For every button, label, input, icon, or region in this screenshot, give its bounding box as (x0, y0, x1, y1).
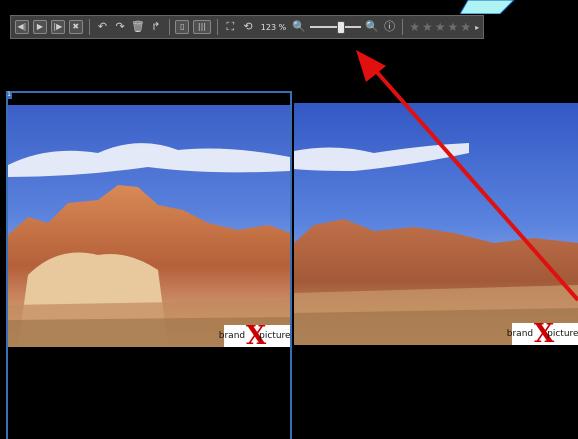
rotate-icon[interactable]: ⟲ (241, 19, 255, 35)
watermark-suffix: pictures (547, 329, 578, 339)
single-view-icon[interactable]: ▯ (175, 20, 190, 34)
grid-view-icon[interactable]: ||| (193, 20, 211, 34)
viewer-toolbar: ◀| ▶ |▶ ✖ ↶ ↷ 🗑 ↱ ▯ ||| ⛶ ⟲ 123 % 🔍 🔍 ⓘ … (10, 15, 484, 39)
info-icon[interactable]: ⓘ (383, 19, 397, 35)
toolbar-separator (88, 19, 90, 35)
pane-index-badge: 1 (6, 91, 12, 99)
watermark-prefix: brand (506, 329, 534, 339)
share-icon[interactable]: ↱ (149, 19, 163, 35)
close-icon[interactable]: ✖ (68, 20, 83, 34)
watermark-prefix: brand (218, 331, 246, 341)
rating-stars[interactable]: ★ ★ ★ ★ ★ (409, 20, 471, 34)
rating-star-icon[interactable]: ★ (409, 20, 420, 34)
landscape-photo-right: brand X pictures (294, 103, 578, 345)
watermark-logo: brand X pictures (507, 319, 578, 345)
next-frame-icon[interactable]: |▶ (50, 20, 65, 34)
rating-star-icon[interactable]: ★ (448, 20, 459, 34)
toolbar-separator (402, 19, 404, 35)
toolbar-separator (168, 19, 170, 35)
prev-frame-icon[interactable]: ◀| (15, 20, 29, 34)
rating-star-icon[interactable]: ★ (435, 20, 446, 34)
rating-star-icon[interactable]: ★ (422, 20, 433, 34)
callout-bubble (460, 0, 515, 14)
watermark-suffix: pictures (259, 331, 290, 341)
watermark-logo: brand X pictures (219, 321, 290, 347)
landscape-photo-left: brand X pictures (8, 105, 290, 347)
zoom-out-icon[interactable]: 🔍 (292, 19, 306, 35)
zoom-slider-thumb[interactable] (336, 21, 345, 34)
zoom-in-icon[interactable]: 🔍 (365, 19, 379, 35)
compare-pane-left[interactable]: brand X pictures (6, 91, 292, 439)
zoom-slider[interactable] (309, 19, 362, 35)
delete-icon[interactable]: 🗑 (131, 19, 145, 35)
rating-star-icon[interactable]: ★ (460, 20, 471, 34)
play-icon[interactable]: ▶ (32, 20, 47, 34)
fit-icon[interactable]: ⛶ (224, 19, 238, 35)
zoom-level: 123 % (260, 22, 287, 32)
toolbar-overflow-icon[interactable]: ▸ (475, 23, 479, 32)
compare-pane-right[interactable]: brand X pictures (294, 91, 578, 439)
redo-icon[interactable]: ↷ (113, 19, 127, 35)
toolbar-separator (216, 19, 218, 35)
desert-landscape-image (8, 105, 290, 347)
desert-landscape-image (294, 103, 578, 345)
undo-icon[interactable]: ↶ (96, 19, 110, 35)
